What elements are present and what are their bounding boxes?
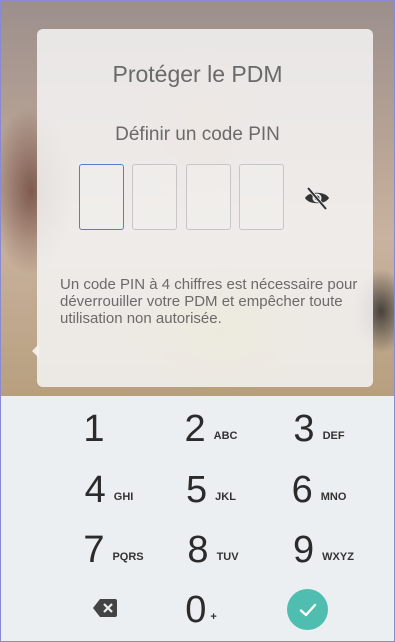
confirm-button[interactable] (287, 589, 328, 630)
key-letters: PQRS (112, 551, 144, 563)
key-8[interactable]: 8 TUV (173, 525, 253, 575)
key-digit: 2 (184, 407, 206, 450)
key-digit: 6 (291, 468, 313, 511)
app-window: Protéger le PDM Définir un code PIN Un c… (0, 0, 395, 642)
key-2[interactable]: 2 ABC (171, 404, 251, 454)
key-3[interactable]: 3 DEF (279, 404, 359, 454)
key-digit: 5 (186, 468, 208, 511)
pin-digit-field-1[interactable] (79, 164, 124, 230)
pin-digit-field-4[interactable] (239, 164, 284, 230)
key-letters: TUV (216, 551, 239, 563)
key-letters: MNO (320, 491, 347, 503)
key-7[interactable]: 7 PQRS (71, 525, 156, 575)
dialog-subtitle: Définir un code PIN (115, 124, 280, 145)
key-letters: DEF (322, 430, 345, 442)
key-letters: GHI (113, 491, 134, 503)
key-digit: 7 (83, 528, 105, 571)
key-digit: 4 (84, 468, 106, 511)
key-digit: 3 (293, 407, 315, 450)
key-9[interactable]: 9 WXYZ (281, 525, 366, 575)
pin-digit-field-3[interactable] (186, 164, 231, 230)
key-digit: 1 (83, 407, 105, 450)
key-letters: ABC (213, 430, 238, 442)
key-digit: 8 (187, 528, 209, 571)
pin-digit-field-2[interactable] (132, 164, 177, 230)
key-digit: 9 (293, 528, 315, 571)
eye-off-icon[interactable] (302, 183, 332, 213)
key-digit: 0 (185, 588, 207, 631)
key-1[interactable]: 1 (69, 404, 119, 454)
key-4[interactable]: 4 GHI (69, 465, 149, 515)
check-icon (299, 603, 316, 616)
pin-info-text: Un code PIN à 4 chiffres est nécessaire … (60, 276, 358, 327)
key-5[interactable]: 5 JKL (171, 465, 251, 515)
backspace-icon[interactable] (93, 598, 117, 618)
key-0[interactable]: 0 + (171, 585, 231, 635)
key-letters: WXYZ (322, 551, 354, 563)
dialog-title: Protéger le PDM (112, 61, 283, 87)
key-6[interactable]: 6 MNO (279, 465, 359, 515)
key-letters: + (210, 611, 217, 623)
key-letters: JKL (215, 491, 236, 503)
